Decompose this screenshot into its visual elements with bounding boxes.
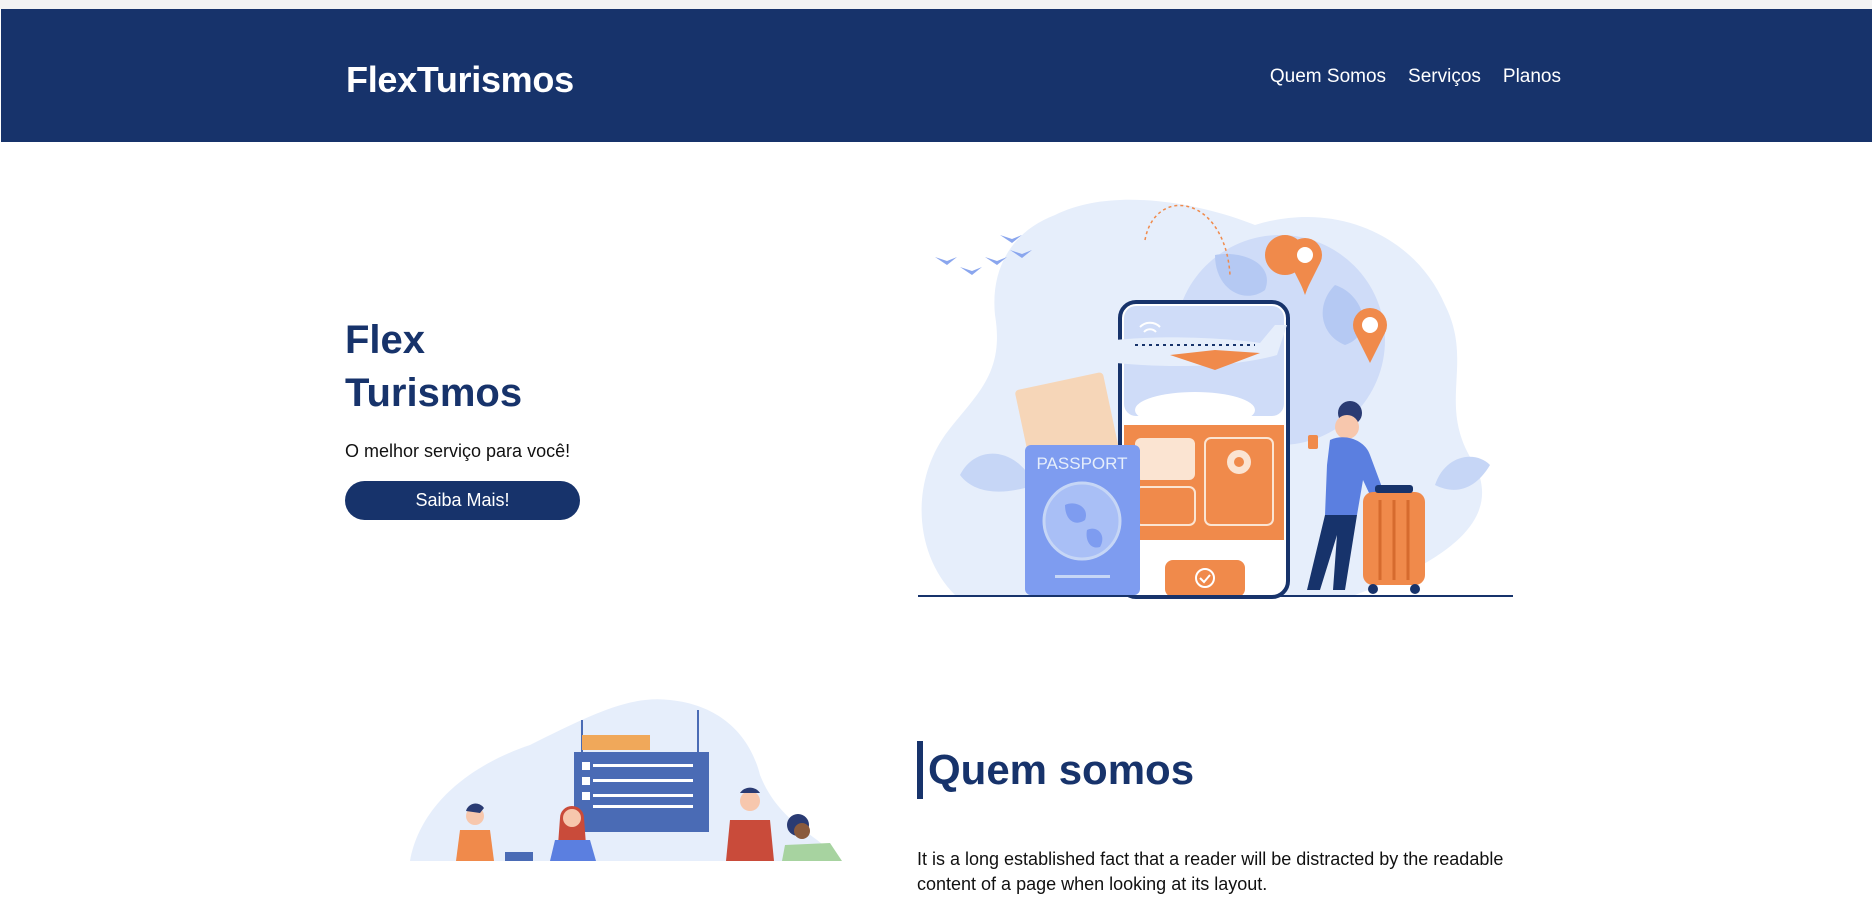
main-nav: Quem Somos Serviços Planos <box>1270 66 1561 88</box>
check-button <box>1165 560 1245 597</box>
site-logo[interactable]: FlexTurismos <box>346 59 574 101</box>
section-accent-bar <box>917 741 923 799</box>
quem-somos-text: It is a long established fact that a rea… <box>917 849 1504 894</box>
sign-tag <box>582 735 650 750</box>
nav-link-servicos[interactable]: Serviços <box>1408 66 1481 88</box>
site-header: FlexTurismos Quem Somos Serviços Planos <box>1 9 1872 142</box>
browser-top-strip <box>0 0 1872 9</box>
hero-subtitle: O melhor serviço para você! <box>345 441 571 461</box>
nav-link-quem-somos[interactable]: Quem Somos <box>1270 66 1386 88</box>
hero-title-line1: Flex <box>345 318 426 362</box>
quem-somos-title: Quem somos <box>928 746 1195 793</box>
travel-illustration: PASSPORT <box>918 199 1513 599</box>
saiba-mais-button[interactable]: Saiba Mais! <box>345 481 580 520</box>
hero-title: Flex Turismos <box>345 314 605 420</box>
hero-title-line2: Turismos <box>345 371 523 415</box>
airport-illustration <box>410 699 842 861</box>
passport-label: PASSPORT <box>1036 454 1127 473</box>
nav-link-planos[interactable]: Planos <box>1503 66 1561 88</box>
suitcase-icon <box>1363 485 1425 594</box>
